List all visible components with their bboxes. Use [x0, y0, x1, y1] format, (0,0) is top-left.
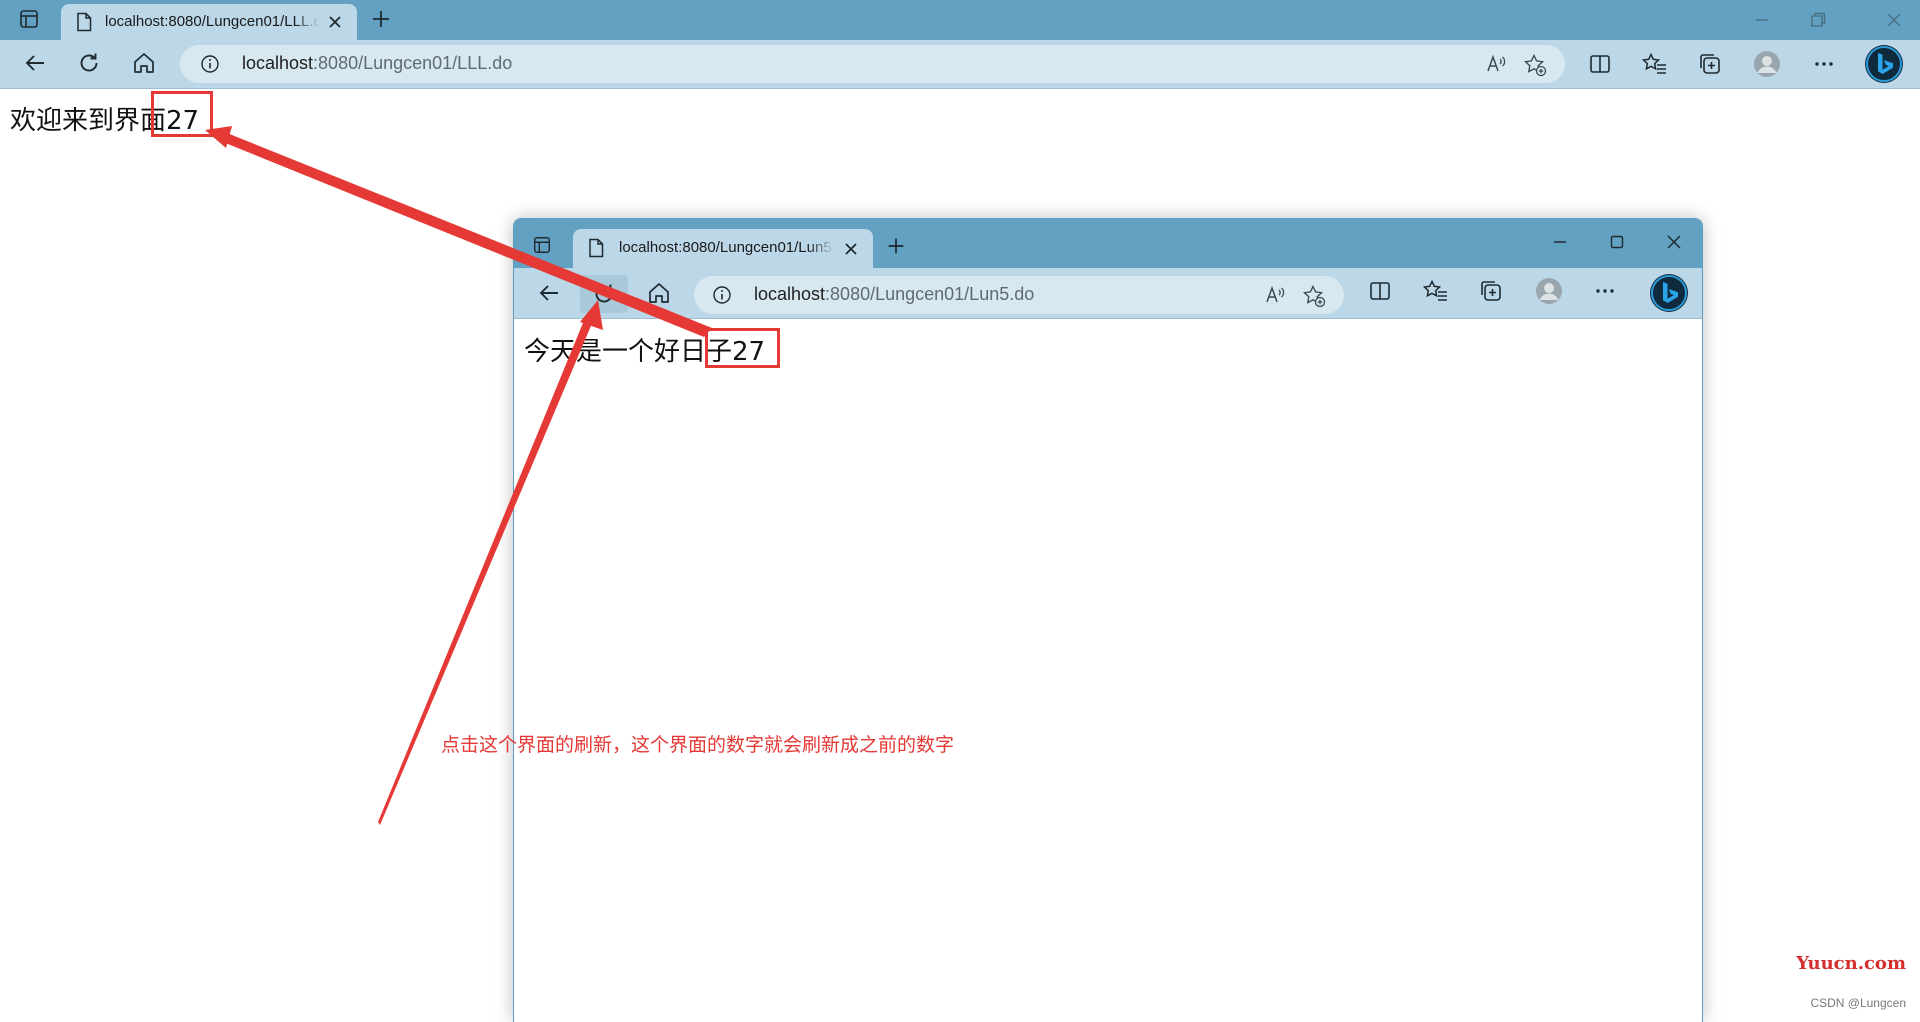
read-aloud-icon[interactable]: [1264, 284, 1286, 310]
address-text[interactable]: localhost:8080/Lungcen01/LLL.do: [242, 53, 512, 74]
page-icon: [75, 12, 93, 36]
address-bar[interactable]: localhost:8080/Lungcen01/Lun5.do: [694, 276, 1344, 314]
back-icon[interactable]: [534, 278, 564, 308]
highlight-box-nested-number: [705, 328, 780, 368]
more-options-icon[interactable]: [1808, 48, 1840, 80]
home-icon[interactable]: [644, 278, 674, 308]
back-icon[interactable]: [20, 48, 50, 78]
read-aloud-icon[interactable]: [1485, 53, 1507, 79]
profile-avatar-icon[interactable]: [1751, 48, 1783, 80]
address-path: :8080/Lungcen01/Lun5.do: [825, 284, 1035, 304]
close-window-icon[interactable]: [1884, 10, 1904, 34]
collections-icon[interactable]: [1478, 278, 1504, 308]
bing-copilot-icon[interactable]: [1649, 273, 1689, 317]
minimize-icon[interactable]: [1752, 10, 1772, 34]
refresh-icon[interactable]: [580, 275, 628, 313]
maximize-icon[interactable]: [1607, 232, 1627, 256]
tab-actions-icon[interactable]: [18, 8, 40, 34]
nested-active-tab[interactable]: localhost:8080/Lungcen01/Lun5.do: [573, 229, 873, 268]
site-info-icon[interactable]: [200, 54, 220, 78]
nested-tab-bar: localhost:8080/Lungcen01/Lun5.do: [514, 219, 1702, 268]
home-icon[interactable]: [129, 48, 159, 78]
tab-title: localhost:8080/Lungcen01/LLL.do: [105, 13, 320, 30]
more-options-icon[interactable]: [1593, 279, 1617, 307]
site-info-icon[interactable]: [712, 285, 732, 309]
split-screen-icon[interactable]: [1584, 48, 1616, 80]
new-tab-icon[interactable]: [884, 234, 908, 262]
address-bar[interactable]: localhost:8080/Lungcen01/LLL.do: [180, 45, 1565, 83]
tab-actions-icon[interactable]: [532, 235, 552, 259]
restore-icon[interactable]: [1808, 10, 1828, 34]
main-active-tab[interactable]: localhost:8080/Lungcen01/LLL.do: [61, 4, 357, 40]
collections-icon[interactable]: [1694, 48, 1726, 80]
add-favorite-icon[interactable]: [1523, 53, 1547, 81]
nested-browser-window: localhost:8080/Lungcen01/Lun5.do localho…: [513, 218, 1703, 1022]
close-window-icon[interactable]: [1664, 232, 1684, 256]
profile-avatar-icon[interactable]: [1534, 276, 1564, 310]
bing-copilot-icon[interactable]: [1864, 44, 1904, 84]
add-favorite-icon[interactable]: [1302, 284, 1326, 312]
favorites-icon[interactable]: [1639, 48, 1671, 80]
close-tab-icon[interactable]: [841, 239, 861, 263]
tab-title: localhost:8080/Lungcen01/Lun5.do: [619, 239, 834, 256]
refresh-icon[interactable]: [74, 48, 104, 78]
address-host: localhost: [754, 284, 826, 304]
main-tab-bar: localhost:8080/Lungcen01/LLL.do: [0, 0, 1920, 40]
favorites-icon[interactable]: [1422, 279, 1449, 307]
highlight-box-main-number: [151, 91, 213, 137]
site-watermark: Yuucn.com: [1796, 953, 1906, 974]
annotation-text: 点击这个界面的刷新，这个界面的数字就会刷新成之前的数字: [441, 734, 955, 756]
address-host: localhost: [242, 53, 314, 73]
address-text[interactable]: localhost:8080/Lungcen01/Lun5.do: [754, 284, 1034, 305]
new-tab-icon[interactable]: [368, 6, 394, 36]
close-tab-icon[interactable]: [325, 12, 345, 36]
author-watermark: CSDN @Lungcen: [1810, 996, 1906, 1010]
page-icon: [587, 238, 605, 262]
minimize-icon[interactable]: [1550, 232, 1570, 256]
address-path: :8080/Lungcen01/LLL.do: [313, 53, 513, 73]
split-screen-icon[interactable]: [1368, 279, 1392, 307]
